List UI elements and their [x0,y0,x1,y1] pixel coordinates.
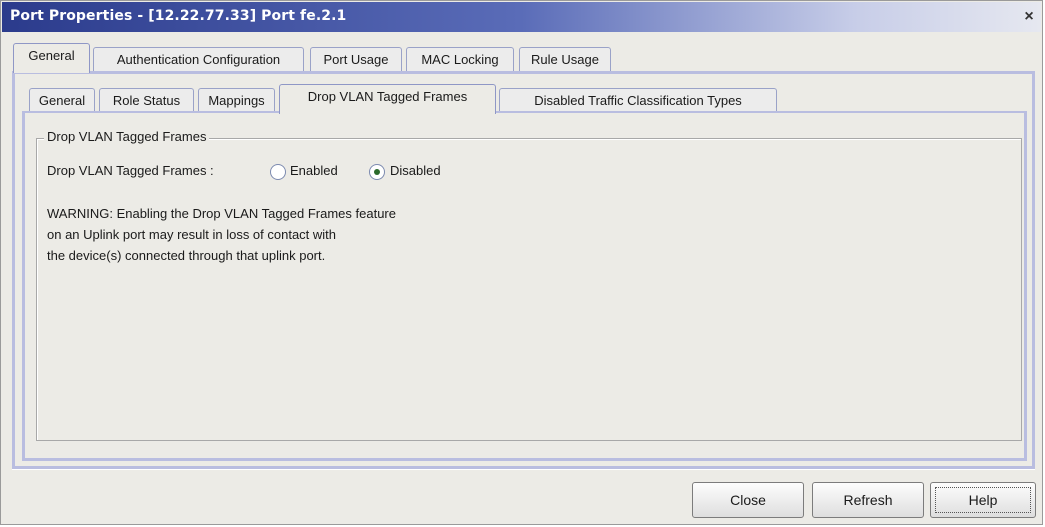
groupbox-title: Drop VLAN Tagged Frames [44,129,210,144]
tab-port-usage[interactable]: Port Usage [310,47,402,73]
warning-text: WARNING: Enabling the Drop VLAN Tagged F… [47,203,396,266]
help-button[interactable]: Help [930,482,1036,518]
warning-line: the device(s) connected through that upl… [47,248,326,263]
drop-vlan-groupbox [36,138,1022,441]
tab-general[interactable]: General [13,43,90,73]
window-title: Port Properties - [12.22.77.33] Port fe.… [10,8,347,24]
tab-authentication-configuration[interactable]: Authentication Configuration [93,47,304,73]
tab-mac-locking[interactable]: MAC Locking [406,47,514,73]
close-icon[interactable]: × [1021,8,1037,26]
drop-vlan-field-label: Drop VLAN Tagged Frames : [47,163,214,178]
subtab-drop-vlan-tagged-frames[interactable]: Drop VLAN Tagged Frames [279,84,496,114]
radio-checked-icon[interactable] [369,164,385,180]
warning-line: WARNING: Enabling the Drop VLAN Tagged F… [47,206,396,221]
tab-rule-usage[interactable]: Rule Usage [519,47,611,73]
radio-unchecked-icon[interactable] [270,164,286,180]
close-button[interactable]: Close [692,482,804,518]
refresh-button[interactable]: Refresh [812,482,924,518]
radio-disabled-label[interactable]: Disabled [390,163,441,178]
divider [12,469,1035,470]
title-bar: Port Properties - [12.22.77.33] Port fe.… [2,2,1041,32]
warning-line: on an Uplink port may result in loss of … [47,227,337,242]
port-properties-dialog: Port Properties - [12.22.77.33] Port fe.… [0,0,1043,525]
radio-enabled-label[interactable]: Enabled [290,163,338,178]
